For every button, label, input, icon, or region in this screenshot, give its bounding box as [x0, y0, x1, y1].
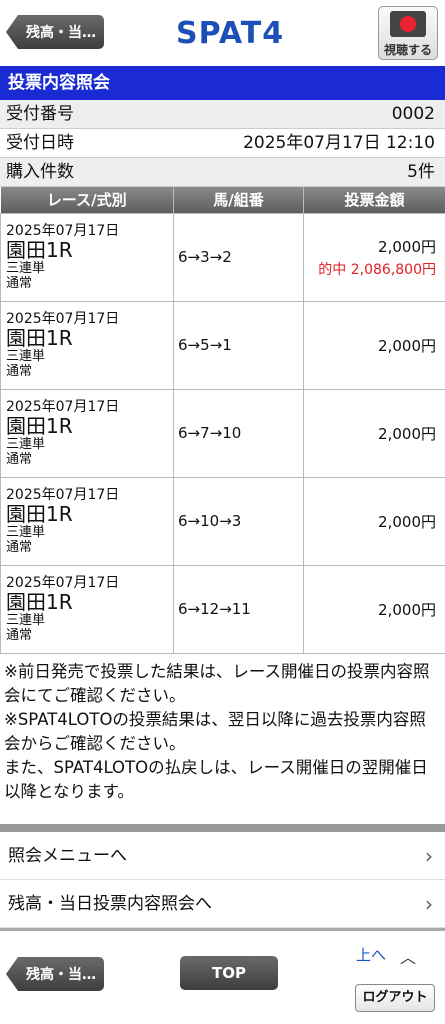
bet-type: 三連単 [6, 260, 46, 276]
watch-button[interactable]: 視聴する [378, 6, 438, 60]
amount-cell: 2,000円 [303, 300, 445, 390]
table-row: 2025年07月17日 園田1R 三連単 通常 6→7→10 2,000円 [0, 388, 445, 478]
combo-cell: 6→3→2 [173, 212, 304, 302]
race-date: 2025年07月17日 [6, 398, 120, 415]
scroll-up-link[interactable]: 上へ [356, 944, 386, 965]
notes: ※前日発売で投票した結果は、レース開催日の投票内容照会にてご確認ください。 ※S… [0, 654, 445, 804]
race-date: 2025年07月17日 [6, 310, 120, 327]
table-row: 2025年07月17日 園田1R 三連単 通常 6→3→2 2,000円 的中 … [0, 212, 445, 302]
divider [0, 824, 445, 832]
header: 残高・当… SPAT4 視聴する [0, 0, 445, 66]
amount-cell: 2,000円 的中 2,086,800円 [303, 212, 445, 302]
bet-type: 三連単 [6, 524, 46, 540]
race-date: 2025年07月17日 [6, 486, 120, 503]
race-name: 園田1R [6, 325, 73, 350]
race-date: 2025年07月17日 [6, 222, 120, 239]
bet-mode: 通常 [6, 363, 33, 379]
receipt-number-row: 受付番号 0002 [0, 100, 445, 129]
header-race: レース/式別 [0, 187, 174, 213]
header-combo: 馬/組番 [173, 187, 304, 213]
note-text: ※前日発売で投票した結果は、レース開催日の投票内容照会にてご確認ください。 [4, 662, 430, 705]
amount-cell: 2,000円 [303, 388, 445, 478]
race-cell: 2025年07月17日 園田1R 三連単 通常 [0, 212, 174, 302]
bet-amount: 2,000円 [378, 336, 436, 355]
video-icon [390, 11, 426, 37]
chevron-right-icon: › [425, 892, 433, 916]
combo-cell: 6→12→11 [173, 564, 304, 654]
amount-cell: 2,000円 [303, 564, 445, 654]
bet-type: 三連単 [6, 612, 46, 628]
bet-type: 三連単 [6, 436, 46, 452]
combo-cell: 6→7→10 [173, 388, 304, 478]
top-button[interactable]: TOP [180, 956, 278, 990]
bet-type: 三連単 [6, 348, 46, 364]
race-name: 園田1R [6, 413, 73, 438]
menu-inquiry-link[interactable]: 照会メニューへ › [0, 832, 445, 880]
note-text: ※SPAT4LOTOの投票結果は、翌日以降に過去投票内容照会からご確認ください。 [4, 710, 426, 753]
bet-mode: 通常 [6, 627, 33, 643]
race-name: 園田1R [6, 237, 73, 262]
purchase-count-label: 購入件数 [6, 162, 74, 182]
menu-balance-link[interactable]: 残高・当日投票内容照会へ › [0, 880, 445, 928]
race-cell: 2025年07月17日 園田1R 三連単 通常 [0, 476, 174, 566]
combo-cell: 6→5→1 [173, 300, 304, 390]
table-row: 2025年07月17日 園田1R 三連単 通常 6→5→1 2,000円 [0, 300, 445, 390]
race-cell: 2025年07月17日 園田1R 三連単 通常 [0, 564, 174, 654]
receipt-datetime-label: 受付日時 [6, 133, 74, 153]
receipt-number-value: 0002 [391, 104, 435, 124]
note-text: また、SPAT4LOTOの払戻しは、レース開催日の翌開催日以降となります。 [4, 758, 428, 801]
bets-table: レース/式別 馬/組番 投票金額 2025年07月17日 園田1R 三連単 通常… [0, 187, 445, 654]
race-date: 2025年07月17日 [6, 574, 120, 591]
watch-label: 視聴する [383, 43, 432, 57]
bet-amount: 2,000円 [378, 512, 436, 531]
purchase-count-row: 購入件数 5件 [0, 158, 445, 187]
receipt-datetime-value: 2025年07月17日 12:10 [243, 133, 435, 153]
race-cell: 2025年07月17日 園田1R 三連単 通常 [0, 300, 174, 390]
amount-cell: 2,000円 [303, 476, 445, 566]
back-button[interactable]: 残高・当… [6, 15, 104, 49]
bet-mode: 通常 [6, 451, 33, 467]
page-title: 投票内容照会 [0, 66, 445, 100]
race-name: 園田1R [6, 589, 73, 614]
bet-amount: 2,000円 [378, 237, 436, 256]
bet-mode: 通常 [6, 275, 33, 291]
race-cell: 2025年07月17日 園田1R 三連単 通常 [0, 388, 174, 478]
chevron-right-icon: › [425, 844, 433, 868]
chevron-up-icon[interactable]: ︿ [400, 944, 416, 968]
footer-back-button[interactable]: 残高・当… [6, 957, 104, 991]
purchase-count-value: 5件 [407, 162, 435, 182]
hit-payout: 的中 2,086,800円 [318, 261, 436, 278]
divider [0, 928, 445, 931]
table-row: 2025年07月17日 園田1R 三連単 通常 6→12→11 2,000円 [0, 564, 445, 654]
menu-balance-label: 残高・当日投票内容照会へ [8, 894, 212, 914]
receipt-number-label: 受付番号 [6, 104, 74, 124]
menu-inquiry-label: 照会メニューへ [8, 846, 127, 866]
race-name: 園田1R [6, 501, 73, 526]
bet-mode: 通常 [6, 539, 33, 555]
receipt-datetime-row: 受付日時 2025年07月17日 12:10 [0, 129, 445, 158]
logout-button[interactable]: ログアウト [355, 984, 435, 1012]
table-header-row: レース/式別 馬/組番 投票金額 [0, 187, 445, 213]
bet-amount: 2,000円 [378, 424, 436, 443]
table-row: 2025年07月17日 園田1R 三連単 通常 6→10→3 2,000円 [0, 476, 445, 566]
spat4-logo[interactable]: SPAT4 [176, 16, 284, 51]
bet-amount: 2,000円 [378, 600, 436, 619]
header-amount: 投票金額 [303, 187, 445, 213]
combo-cell: 6→10→3 [173, 476, 304, 566]
